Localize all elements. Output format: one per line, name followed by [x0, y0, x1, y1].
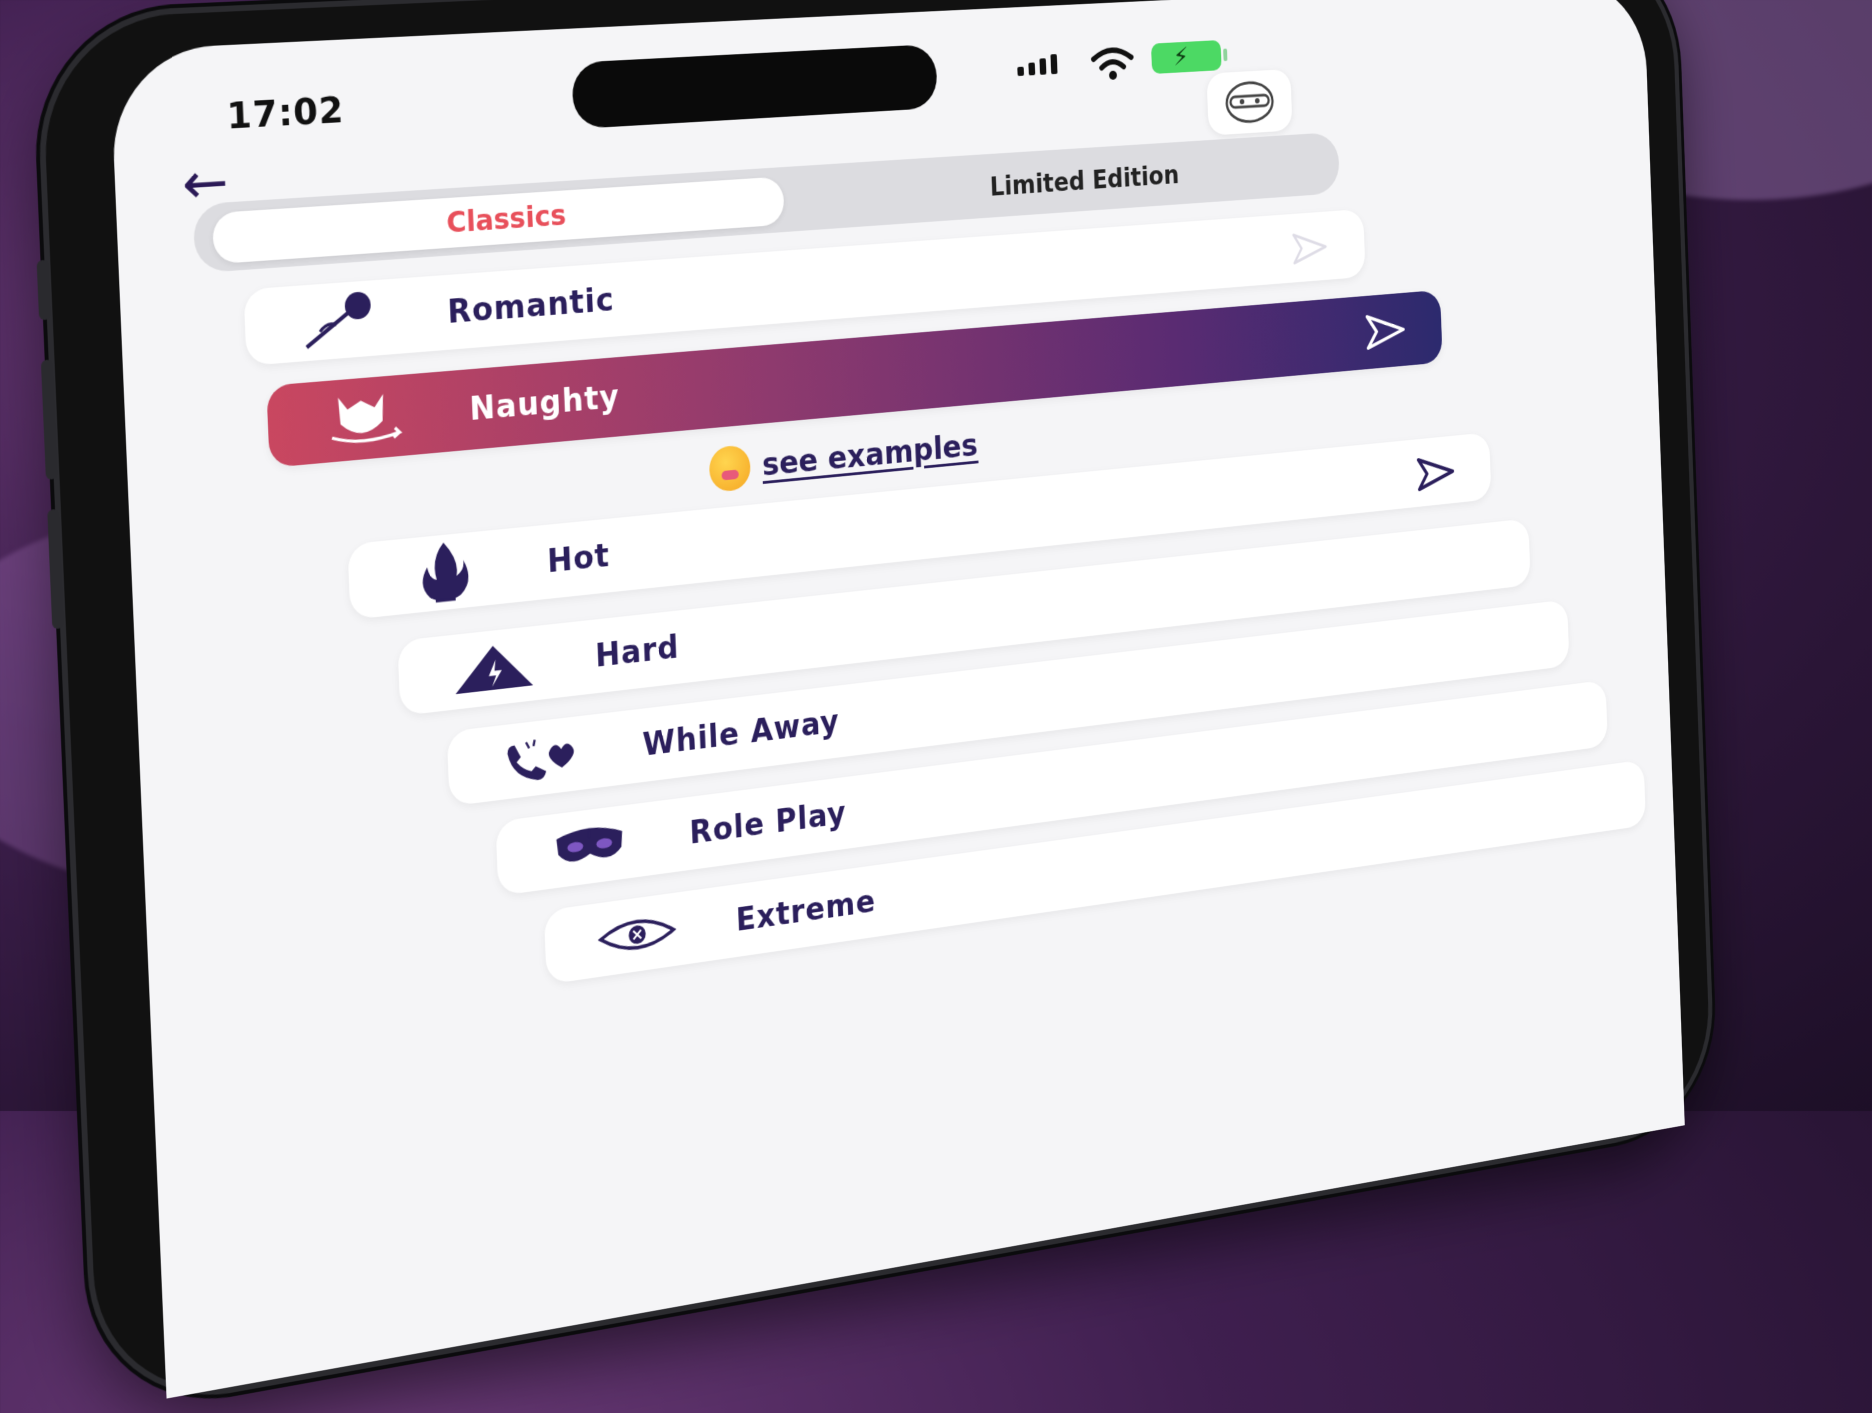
phone-heart-icon	[501, 724, 583, 791]
ninja-icon	[1222, 79, 1277, 126]
dynamic-island	[571, 44, 938, 130]
see-examples-link[interactable]: see examples	[761, 427, 978, 484]
devil-icon	[322, 381, 407, 456]
cellular-signal-icon	[1017, 54, 1058, 77]
see-examples: see examples	[708, 423, 979, 493]
battery-charging-icon: ⚡	[1150, 40, 1222, 74]
send-icon[interactable]	[1366, 310, 1406, 351]
status-time: 17:02	[225, 88, 345, 138]
category-label: Hard	[594, 628, 680, 676]
category-label: While Away	[641, 702, 841, 765]
status-bar: 17:02 ⚡	[110, 0, 1646, 146]
send-icon[interactable]	[1292, 229, 1328, 267]
wifi-icon	[1088, 44, 1136, 80]
send-icon[interactable]	[1417, 453, 1455, 493]
ninja-avatar-button[interactable]	[1206, 68, 1293, 136]
tab-classics[interactable]: Classics	[211, 176, 785, 265]
category-label: Extreme	[735, 882, 877, 940]
category-label: Naughty	[468, 377, 621, 429]
mute-switch	[36, 259, 51, 321]
category-label: Romantic	[446, 280, 616, 332]
flame-icon	[402, 535, 486, 610]
tab-limited-edition[interactable]: Limited Edition	[833, 142, 1325, 221]
category-label: Hot	[546, 536, 611, 581]
app-screen: 17:02 ⚡ ← Classics Limited Edition Roman…	[109, 0, 1685, 1399]
category-label: Role Play	[688, 794, 848, 853]
eye-x-icon	[597, 906, 677, 964]
volume-up-button	[40, 359, 58, 480]
phone-frame: 17:02 ⚡ ← Classics Limited Edition Roman…	[36, 0, 1713, 1411]
blushing-emoji-icon	[708, 444, 752, 493]
mask-icon	[549, 813, 630, 880]
warning-bolt-icon	[452, 635, 535, 701]
rose-icon	[300, 288, 385, 352]
